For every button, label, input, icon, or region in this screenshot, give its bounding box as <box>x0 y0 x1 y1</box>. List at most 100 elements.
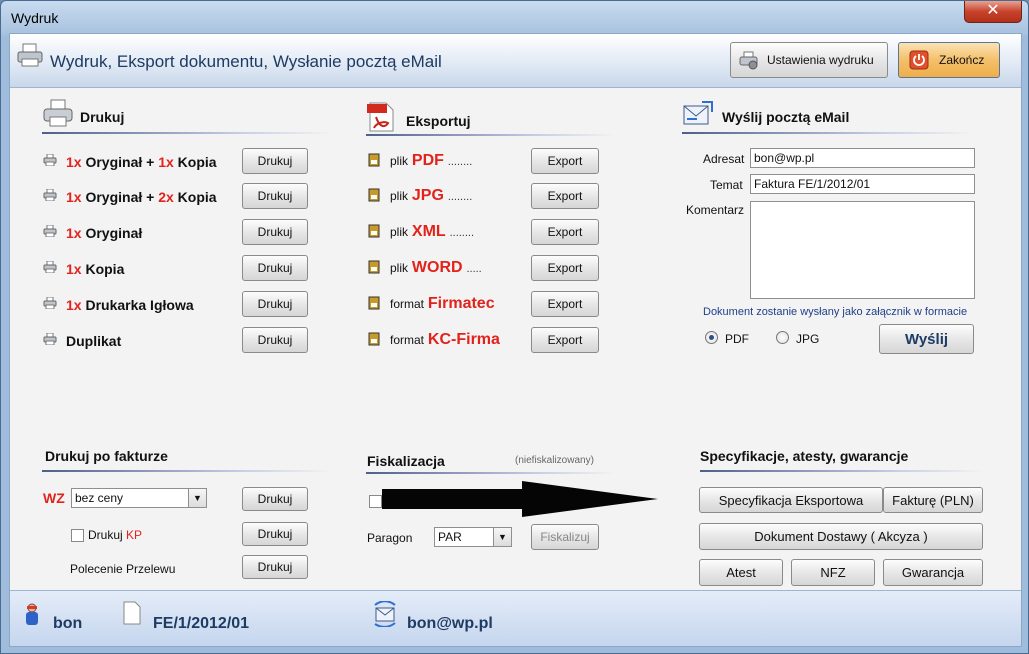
document-icon <box>123 601 141 625</box>
email-icon <box>683 101 713 125</box>
export-option-label: plik XML ........ <box>390 223 474 241</box>
send-email-label: Wyślij <box>904 330 949 348</box>
print-button[interactable]: Drukuj <box>242 291 308 317</box>
comment-textarea[interactable] <box>750 201 975 299</box>
export-format: XML <box>411 223 446 240</box>
export-option-label: plik JPG ........ <box>390 187 472 205</box>
dialog-header: Wydruk, Eksport dokumentu, Wysłanie pocz… <box>10 34 1021 88</box>
print-count-2: 2x <box>158 189 174 205</box>
print-button[interactable]: Drukuj <box>242 255 308 281</box>
after-invoice-title: Drukuj po fakturze <box>45 448 168 464</box>
fiscal-divider <box>366 472 616 474</box>
print-button-label: Drukuj <box>257 189 293 203</box>
subject-input[interactable]: Faktura FE/1/2012/01 <box>750 174 975 194</box>
paragon-select[interactable]: PAR ▼ <box>434 527 512 547</box>
window-close-button[interactable]: ✕ <box>964 1 1022 23</box>
export-button-label: Export <box>547 154 583 168</box>
export-section-title: Eksportuj <box>406 113 471 129</box>
print-button[interactable]: Drukuj <box>242 327 308 353</box>
print-option-label: 1x Oryginał + 2x Kopia <box>66 189 217 205</box>
wz-price-select-value: bez ceny <box>75 491 124 505</box>
close-icon: ✕ <box>986 2 1000 19</box>
export-button[interactable]: Export <box>531 255 599 281</box>
export-option-label: format KC-Firma <box>390 331 500 349</box>
fiscal-status: (niefiskalizowany) <box>515 455 594 466</box>
finish-button[interactable]: Zakończ <box>898 42 1000 78</box>
wz-price-select[interactable]: bez ceny ▼ <box>71 488 207 508</box>
arrow-annotation-icon <box>382 481 658 517</box>
export-dots: ........ <box>447 156 473 168</box>
print-settings-button[interactable]: Ustawienia wydruku <box>730 42 888 78</box>
export-prefix: plik <box>390 225 409 239</box>
wz-label: WZ <box>43 490 65 506</box>
footer-document: FE/1/2012/01 <box>153 615 250 632</box>
export-button[interactable]: Export <box>531 219 599 245</box>
print-button[interactable]: Drukuj <box>242 219 308 245</box>
print-button-label: Drukuj <box>257 154 293 168</box>
file-icon <box>368 153 380 167</box>
printer-icon <box>43 261 57 273</box>
export-button[interactable]: Export <box>531 291 599 317</box>
user-icon <box>26 603 38 625</box>
print-button-label: Drukuj <box>257 297 293 311</box>
export-format: Firmatec <box>427 295 495 312</box>
wz-print-button[interactable]: Drukuj <box>242 487 308 511</box>
footer-email: bon@wp.pl <box>407 615 493 632</box>
paragon-label: Paragon <box>367 531 413 545</box>
chevron-down-icon[interactable]: ▼ <box>493 528 511 546</box>
warranty-button[interactable]: Gwarancja <box>883 559 983 586</box>
wz-print-label: Drukuj <box>257 492 293 506</box>
print-text-1: Duplikat <box>66 333 122 349</box>
export-section-divider <box>366 134 616 136</box>
print-text-2: Kopia <box>173 189 217 205</box>
print-text-1: Kopia <box>81 261 125 277</box>
export-spec-button[interactable]: Specyfikacja Eksportowa <box>699 487 883 513</box>
chevron-down-icon[interactable]: ▼ <box>188 489 206 507</box>
export-spec-label: Specyfikacja Eksportowa <box>718 492 864 508</box>
kp-checkbox[interactable] <box>71 529 84 542</box>
kp-print-button[interactable]: Drukuj <box>242 522 308 546</box>
print-section-title: Drukuj <box>80 109 125 125</box>
export-dots: ..... <box>466 263 482 275</box>
export-button[interactable]: Export <box>531 148 599 174</box>
pdf-radio[interactable] <box>705 331 718 344</box>
send-email-button[interactable]: Wyślij <box>879 324 974 354</box>
export-button-label: Export <box>547 297 583 311</box>
export-option-label: plik PDF ........ <box>390 152 472 170</box>
delivery-doc-button[interactable]: Dokument Dostawy ( Akcyza ) <box>699 523 983 550</box>
comment-label: Komentarz <box>686 203 745 217</box>
email-section-divider <box>682 132 972 134</box>
address-input[interactable]: bon@wp.pl <box>750 148 975 168</box>
transfer-print-button[interactable]: Drukuj <box>242 555 308 579</box>
fiscalize-button[interactable]: Fiskalizuj <box>531 524 599 550</box>
print-settings-label: Ustawienia wydruku <box>767 53 874 67</box>
warranty-label: Gwarancja <box>901 565 965 580</box>
finish-label: Zakończ <box>939 53 985 67</box>
export-option-label: plik WORD ..... <box>390 259 482 277</box>
print-button-label: Drukuj <box>257 225 293 239</box>
print-text-2: Kopia <box>173 154 217 170</box>
window-title: Wydruk <box>11 10 59 26</box>
print-button[interactable]: Drukuj <box>242 148 308 174</box>
nfz-button[interactable]: NFZ <box>791 559 875 586</box>
delivery-doc-label: Dokument Dostawy ( Akcyza ) <box>754 529 928 544</box>
print-text-1: Drukarka Igłowa <box>81 297 194 313</box>
kp-label-red: KP <box>126 528 143 542</box>
export-button[interactable]: Export <box>531 183 599 209</box>
paragon-select-value: PAR <box>438 530 462 544</box>
attachment-note: Dokument zostanie wysłany jako załącznik… <box>703 306 968 318</box>
fiscalize-label: Fiskalizuj <box>540 530 590 544</box>
email-sync-icon <box>374 601 396 627</box>
file-icon <box>368 188 380 202</box>
fiscal-checkbox[interactable] <box>369 495 382 508</box>
jpg-radio[interactable] <box>776 331 789 344</box>
dialog-client-area: Wydruk, Eksport dokumentu, Wysłanie pocz… <box>9 33 1022 647</box>
print-count-1: 1x <box>66 297 82 313</box>
atest-button[interactable]: Atest <box>699 559 783 586</box>
invoice-pln-button[interactable]: Fakturę (PLN) <box>883 487 983 513</box>
printer-icon <box>43 189 57 201</box>
spec-title: Specyfikacje, atesty, gwarancje <box>700 448 909 464</box>
export-format: PDF <box>411 152 444 169</box>
print-button[interactable]: Drukuj <box>242 183 308 209</box>
export-button[interactable]: Export <box>531 327 599 353</box>
